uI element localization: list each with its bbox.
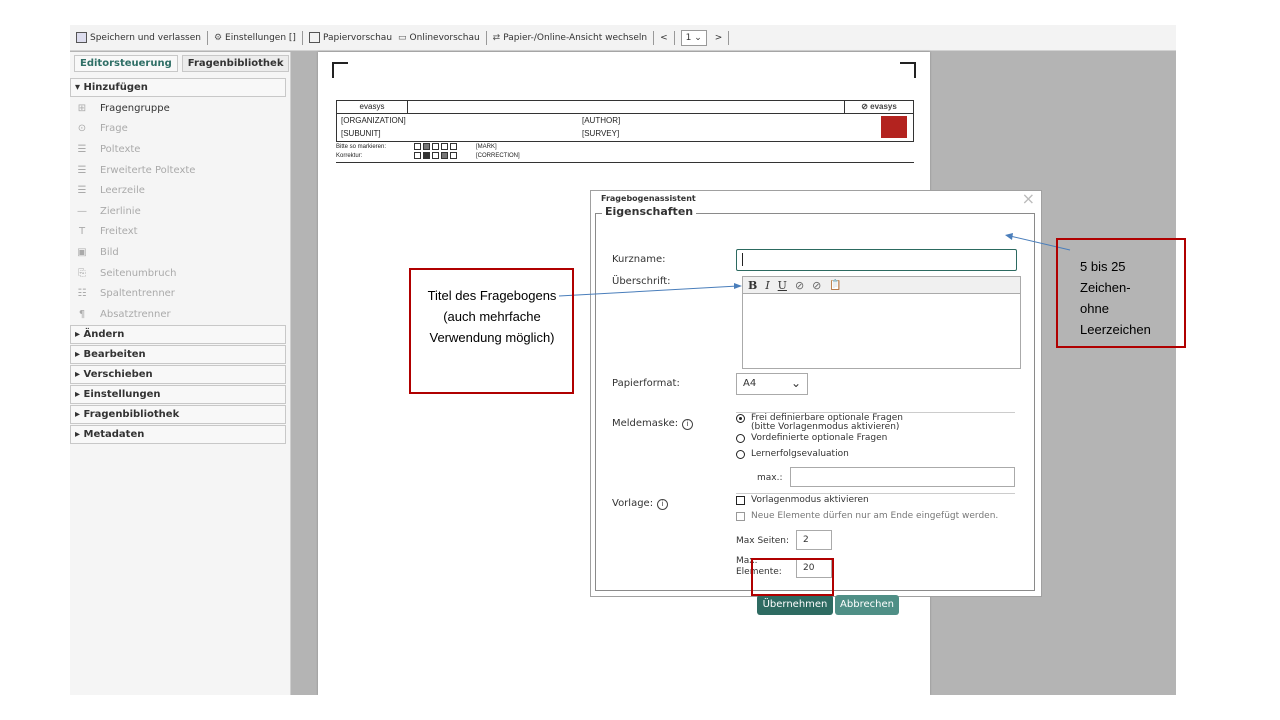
right-callout-text: 5 bis 25 Zeichen- ohne Leerzeichen <box>1080 259 1151 337</box>
arrowhead <box>1005 233 1013 240</box>
apply-button-highlight <box>751 558 834 596</box>
left-callout-text: Titel des Fragebogens (auch mehrfache Ve… <box>427 288 557 345</box>
arrowhead <box>734 283 742 289</box>
right-callout-box: 5 bis 25 Zeichen- ohne Leerzeichen <box>1056 238 1186 348</box>
arrow-to-heading <box>558 285 739 297</box>
annotation-arrows <box>558 233 1071 297</box>
left-callout-box: Titel des Fragebogens (auch mehrfache Ve… <box>409 268 574 394</box>
